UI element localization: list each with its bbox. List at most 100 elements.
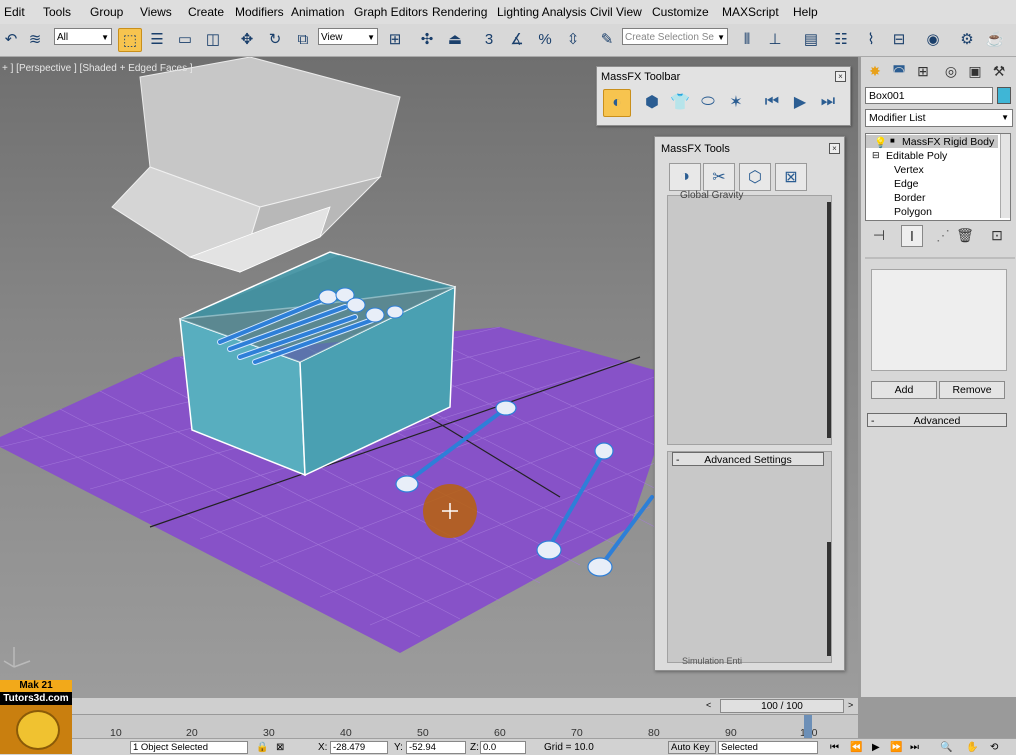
remove-button[interactable]: Remove: [939, 381, 1005, 399]
keyboard-shortcut-icon[interactable]: ⏏: [444, 28, 466, 50]
menu-lighting-analysis[interactable]: Lighting Analysis: [497, 5, 586, 19]
expand-icon[interactable]: ■: [890, 136, 895, 145]
ragdoll-icon[interactable]: ✶: [723, 89, 749, 115]
time-slider-thumb[interactable]: 100 / 100: [720, 699, 844, 713]
selection-filter-dropdown[interactable]: All ▼: [54, 28, 112, 45]
stack-item[interactable]: Polygon: [894, 206, 932, 218]
auto-key-button[interactable]: Auto Key: [668, 741, 716, 754]
stack-item[interactable]: MassFX Rigid Body: [902, 136, 994, 148]
material-editor-icon[interactable]: ◉: [922, 28, 944, 50]
stack-item[interactable]: Vertex: [894, 164, 924, 176]
menu-create[interactable]: Create: [188, 5, 224, 19]
multi-object-editor-tab-icon[interactable]: ⬡: [739, 163, 771, 191]
select-object-icon[interactable]: ⬚: [118, 28, 142, 52]
menu-help[interactable]: Help: [793, 5, 818, 19]
layer-manager-icon[interactable]: ▤: [800, 28, 822, 50]
previous-frame-icon[interactable]: ⏪: [850, 742, 862, 753]
show-end-result-icon[interactable]: Ⅰ: [901, 225, 923, 247]
menu-graph-editors[interactable]: Graph Editors: [354, 5, 428, 19]
collapse-icon[interactable]: ⊟: [872, 150, 880, 161]
modifier-list-dropdown[interactable]: Modifier List ▼: [865, 109, 1013, 127]
lightbulb-icon[interactable]: 💡: [874, 136, 887, 149]
advanced-settings-scroll-area[interactable]: - Advanced Settings Simulation Enti: [667, 451, 832, 666]
viewport-label[interactable]: + ] [Perspective ] [Shaded + Edged Faces…: [2, 63, 193, 74]
snap-toggle-icon[interactable]: 3: [478, 28, 500, 50]
reset-simulation-icon[interactable]: ⏮: [759, 89, 785, 115]
zoom-icon[interactable]: 🔍: [940, 742, 952, 753]
menu-maxscript[interactable]: MAXScript: [722, 5, 779, 19]
render-setup-icon[interactable]: ⚙: [956, 28, 978, 50]
menu-customize[interactable]: Customize: [652, 5, 709, 19]
modify-tab-icon[interactable]: ◚: [889, 61, 909, 81]
close-icon[interactable]: ×: [829, 143, 840, 154]
undo-icon[interactable]: ↶: [0, 28, 22, 50]
massfx-tools-icon[interactable]: ◐: [603, 89, 631, 117]
stack-item[interactable]: Edge: [894, 178, 919, 190]
hierarchy-tab-icon[interactable]: ⊞: [913, 61, 933, 81]
constraint-list-box[interactable]: [871, 269, 1007, 371]
key-filter-dropdown[interactable]: Selected: [718, 741, 818, 754]
schematic-view-icon[interactable]: ⊟: [888, 28, 910, 50]
menu-group[interactable]: Group: [90, 5, 123, 19]
pin-stack-icon[interactable]: ⊣: [869, 225, 889, 245]
menu-modifiers[interactable]: Modifiers: [235, 5, 284, 19]
go-to-start-icon[interactable]: ⏮: [830, 742, 839, 753]
menu-animation[interactable]: Animation: [291, 5, 344, 19]
add-button[interactable]: Add: [871, 381, 937, 399]
advanced-rollout[interactable]: - Advanced: [867, 413, 1007, 427]
angle-snap-icon[interactable]: ∡: [506, 28, 528, 50]
spinner-snap-icon[interactable]: ⇳: [562, 28, 584, 50]
next-frame-icon[interactable]: ⏩: [890, 742, 902, 753]
create-tab-icon[interactable]: ✸: [865, 61, 885, 81]
scrollbar[interactable]: [827, 202, 831, 438]
chevron-left-icon[interactable]: <: [706, 700, 711, 710]
rect-region-icon[interactable]: ▭: [174, 28, 196, 50]
scrollbar[interactable]: [1000, 134, 1010, 218]
object-name-field[interactable]: Box001: [865, 87, 993, 104]
constraint-icon[interactable]: ⬭: [695, 89, 721, 115]
named-selection-input[interactable]: Create Selection Se ▼: [622, 28, 728, 45]
configure-modifier-sets-icon[interactable]: ⊡: [987, 225, 1007, 245]
menu-rendering[interactable]: Rendering: [432, 5, 487, 19]
reference-coord-dropdown[interactable]: View ▼: [318, 28, 378, 45]
rigid-body-icon[interactable]: ⬢: [639, 89, 665, 115]
stack-item[interactable]: Border: [894, 192, 926, 204]
absolute-mode-icon[interactable]: ⊠: [276, 742, 284, 753]
link-icon[interactable]: ≋: [24, 28, 46, 50]
x-coordinate-field[interactable]: -28.479: [330, 741, 388, 754]
current-frame-marker[interactable]: [804, 715, 812, 739]
display-tab-icon[interactable]: ▣: [965, 61, 985, 81]
window-crossing-icon[interactable]: ◫: [202, 28, 224, 50]
step-simulation-icon[interactable]: ⏭: [815, 89, 841, 115]
edit-named-selection-icon[interactable]: ✎: [596, 28, 618, 50]
close-icon[interactable]: ×: [835, 71, 846, 82]
select-manipulate-icon[interactable]: ✣: [416, 28, 438, 50]
z-coordinate-field[interactable]: 0.0: [480, 741, 526, 754]
pan-icon[interactable]: ✋: [966, 742, 978, 753]
motion-tab-icon[interactable]: ◎: [941, 61, 961, 81]
percent-snap-icon[interactable]: %: [534, 28, 556, 50]
render-icon[interactable]: ☕: [984, 28, 1006, 50]
time-slider[interactable]: 100 / 100 < >: [0, 697, 858, 715]
track-bar[interactable]: 10 20 30 40 50 60 70 80 90 100: [0, 714, 858, 739]
chevron-right-icon[interactable]: >: [848, 700, 853, 710]
mirror-icon[interactable]: ⫴: [736, 28, 758, 50]
menu-civil-view[interactable]: Civil View: [590, 5, 642, 19]
world-parameters-tab-icon[interactable]: ◑: [669, 163, 701, 191]
orbit-icon[interactable]: ⟲: [990, 742, 998, 753]
utilities-tab-icon[interactable]: ⚒: [989, 61, 1009, 81]
modifier-stack[interactable]: 💡 ■ MassFX Rigid Body ⊟ Editable Poly Ve…: [865, 133, 1011, 221]
scale-icon[interactable]: ⧉: [292, 28, 314, 50]
y-coordinate-field[interactable]: -52.94: [406, 741, 466, 754]
lock-icon[interactable]: 🔒: [256, 742, 268, 753]
rotate-icon[interactable]: ↻: [264, 28, 286, 50]
align-icon[interactable]: ⊥: [764, 28, 786, 50]
advanced-settings-rollout[interactable]: - Advanced Settings: [672, 452, 824, 466]
start-simulation-icon[interactable]: ▶: [787, 89, 813, 115]
scrollbar[interactable]: [827, 542, 831, 656]
pivot-icon[interactable]: ⊞: [384, 28, 406, 50]
cloth-icon[interactable]: 👕: [667, 89, 693, 115]
make-unique-icon[interactable]: ⋰: [933, 225, 953, 245]
display-options-tab-icon[interactable]: ⊠: [775, 163, 807, 191]
curve-editor-icon[interactable]: ⌇: [860, 28, 882, 50]
